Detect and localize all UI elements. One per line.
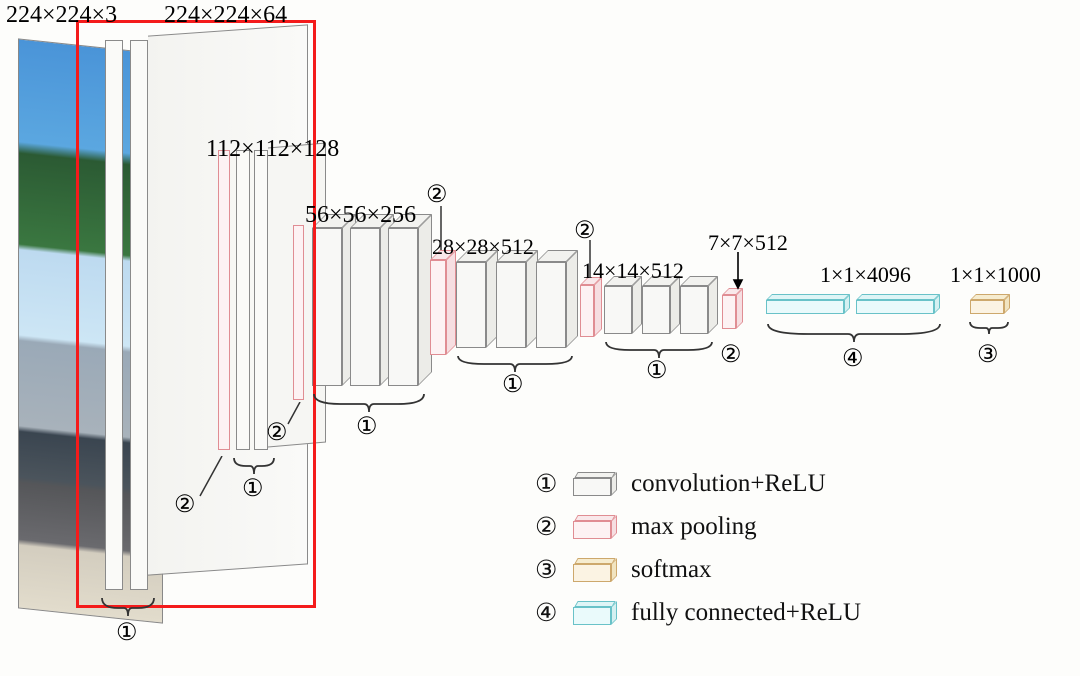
pool2-slab <box>293 225 304 400</box>
marker-pool5-2: ② <box>720 340 742 369</box>
marker-pool3-2: ② <box>426 180 448 209</box>
marker-softmax-3: ③ <box>977 340 999 369</box>
conv2-slab-b <box>254 150 268 450</box>
legend-swatch-gray <box>573 472 617 496</box>
conv4-cube-b <box>496 262 526 348</box>
pool1-slab <box>218 150 230 450</box>
conv5-cube-c <box>680 286 708 334</box>
fc-bar-b <box>856 300 934 314</box>
conv1-slab-a <box>105 40 123 590</box>
legend-text-conv: convolution+ReLU <box>631 470 826 498</box>
pool5-cube <box>722 295 736 329</box>
legend-text-softmax: softmax <box>631 556 712 584</box>
legend-row-fc: ④ fully connected+ReLU <box>535 591 861 634</box>
legend-swatch-teal <box>573 601 617 625</box>
conv3-cube-a <box>312 228 342 386</box>
conv3-cube-b <box>350 228 380 386</box>
brace-softmax <box>966 318 1012 340</box>
legend-row-pool: ② max pooling <box>535 505 861 548</box>
legend-row-softmax: ③ softmax <box>535 548 861 591</box>
arrow-pool5 <box>728 252 748 292</box>
marker-conv1-1: ① <box>116 618 138 647</box>
label-conv2-dims: 112×112×128 <box>206 136 339 163</box>
lead-pool1 <box>196 456 226 500</box>
label-conv5-dims: 14×14×512 <box>582 258 684 284</box>
marker-pool1-2: ② <box>174 490 196 519</box>
marker-conv4-1: ① <box>502 370 524 399</box>
conv5-cube-a <box>604 286 632 334</box>
marker-conv5-1: ① <box>646 356 668 385</box>
conv3-cube-c <box>388 228 418 386</box>
legend-num-3: ③ <box>535 555 573 585</box>
conv1-slab-b <box>130 40 148 590</box>
label-conv1-dims: 224×224×64 <box>164 2 287 29</box>
legend-swatch-pink <box>573 515 617 539</box>
label-conv3-dims: 56×56×256 <box>305 202 416 229</box>
conv4-cube-c <box>536 262 566 348</box>
marker-conv2-1: ① <box>242 474 264 503</box>
legend-text-pool: max pooling <box>631 513 757 541</box>
lead-pool3 <box>434 206 448 254</box>
legend-row-conv: ① convolution+ReLU <box>535 462 861 505</box>
label-input-dims: 224×224×3 <box>6 2 117 29</box>
legend: ① convolution+ReLU ② max pooling ③ softm… <box>535 462 861 634</box>
fc-bar-a <box>766 300 844 314</box>
conv5-cube-b <box>642 286 670 334</box>
marker-pool2-2: ② <box>266 418 288 447</box>
softmax-bar <box>970 300 1004 314</box>
lead-pool4 <box>584 240 596 282</box>
legend-swatch-tan <box>573 558 617 582</box>
conv2-slab-a <box>236 150 250 450</box>
conv4-cube-a <box>456 262 486 348</box>
label-out-dims: 1×1×1000 <box>950 262 1041 288</box>
legend-num-2: ② <box>535 512 573 542</box>
lead-pool2 <box>286 402 304 428</box>
legend-num-1: ① <box>535 469 573 499</box>
marker-conv3-1: ① <box>356 412 378 441</box>
legend-text-fc: fully connected+ReLU <box>631 599 861 627</box>
marker-fc-4: ④ <box>842 344 864 373</box>
pool4-cube <box>580 285 594 337</box>
legend-num-4: ④ <box>535 598 573 628</box>
label-fc-dims: 1×1×4096 <box>820 262 911 288</box>
vgg-architecture-diagram: 224×224×3 224×224×64 112×112×128 56×56×2… <box>0 0 1080 676</box>
pool3-cube <box>430 260 446 355</box>
